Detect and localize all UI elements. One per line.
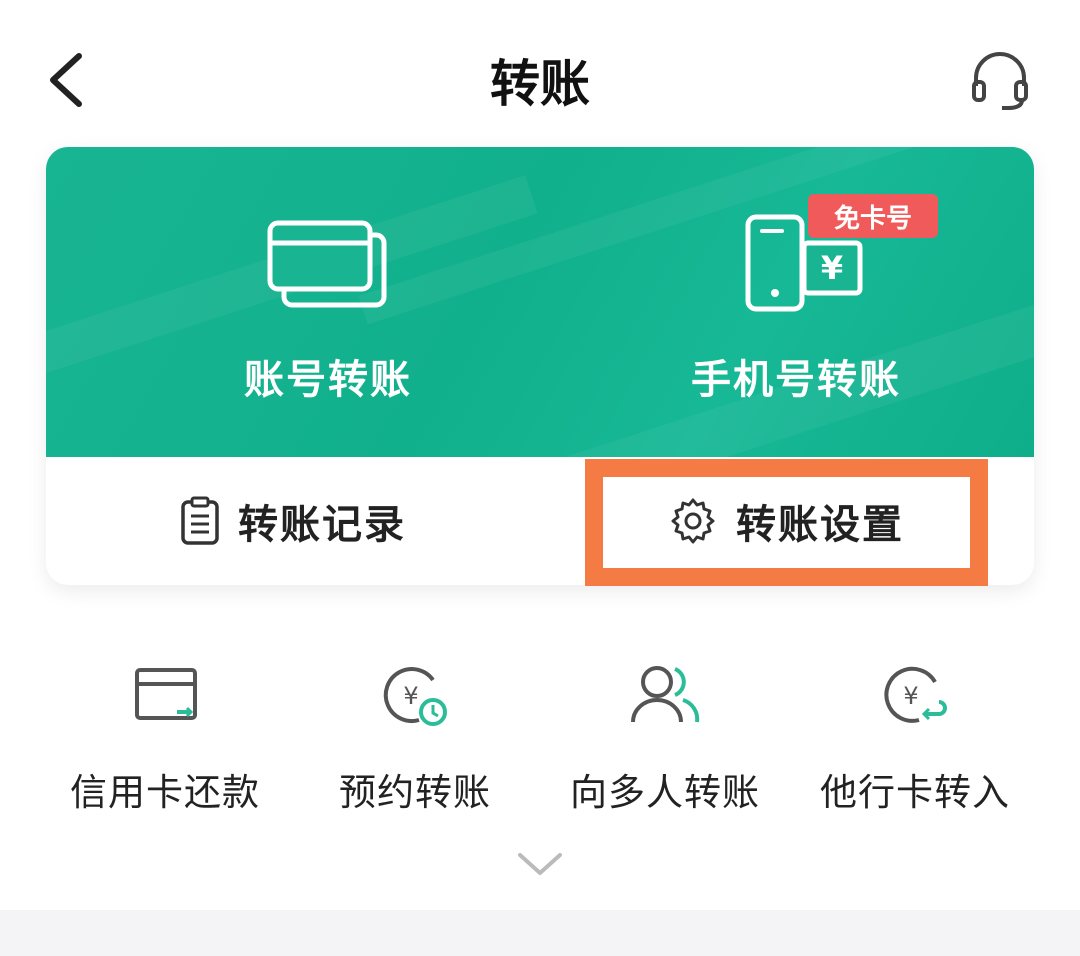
multi-transfer-label: 向多人转账 [570,771,760,814]
section-divider [0,910,1080,956]
chevron-down-icon [518,853,562,875]
clipboard-list-icon [181,496,219,545]
card-bottom-bar: 转账记录 转账设置 [46,457,1034,585]
expand-more-button[interactable] [510,845,570,885]
scheduled-transfer-label: 预约转账 [339,771,491,814]
transfer-records-button[interactable]: 转账记录 [46,457,540,585]
customer-service-button[interactable] [960,40,1040,120]
multi-transfer-button[interactable]: 向多人转账 [540,650,790,820]
transfer-page: 转账 账号转账 ¥ 免卡号 手机号转账 转账记录 转账设置 信用卡还款 ¥ 预约… [0,0,1080,956]
gear-icon [671,498,715,544]
shortcut-grid: 信用卡还款 ¥ 预约转账 向多人转账 ¥ 他行卡转入 [40,650,1040,820]
page-title: 转账 [490,55,590,113]
credit-card-icon [135,668,197,720]
other-bank-transfer-in-label: 他行卡转入 [820,771,1010,814]
transfer-settings-button[interactable]: 转账设置 [586,457,986,585]
users-icon [631,666,700,723]
bank-card-icon [267,220,387,308]
yuan-transfer-in-icon: ¥ [884,666,947,723]
scheduled-yuan-icon: ¥ [383,667,447,726]
transfer-records-label: 转账记录 [238,502,406,548]
nav-header: 转账 [0,0,1080,150]
account-transfer-button[interactable]: 账号转账 [168,207,488,437]
svg-text:¥: ¥ [403,682,418,710]
scheduled-transfer-button[interactable]: ¥ 预约转账 [290,650,540,820]
phone-transfer-button[interactable]: ¥ 免卡号 手机号转账 [636,194,956,437]
no-card-badge: 免卡号 [808,194,938,238]
card-top-panel: 账号转账 ¥ 免卡号 手机号转账 [46,147,1034,509]
transfer-settings-label: 转账设置 [736,502,904,548]
credit-card-repayment-label: 信用卡还款 [70,771,260,814]
other-bank-transfer-in-button[interactable]: ¥ 他行卡转入 [790,650,1040,820]
phone-transfer-label: 手机号转账 [691,357,901,403]
svg-text:¥: ¥ [821,249,843,287]
svg-text:¥: ¥ [903,682,918,710]
headset-icon [972,52,1028,110]
transfer-card: 账号转账 ¥ 免卡号 手机号转账 转账记录 转账设置 [46,147,1034,585]
account-transfer-label: 账号转账 [244,357,412,403]
credit-card-repayment-button[interactable]: 信用卡还款 [40,650,290,820]
